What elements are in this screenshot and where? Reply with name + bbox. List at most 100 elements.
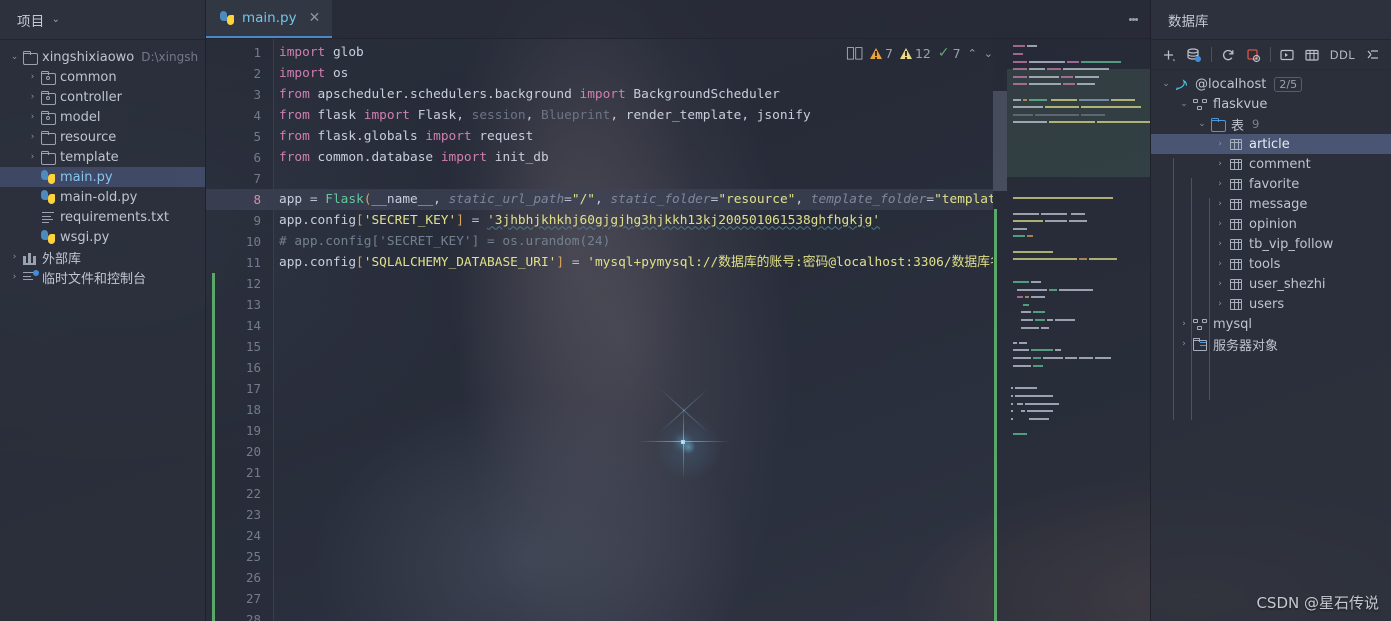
code-line[interactable]: [274, 441, 993, 462]
line-number[interactable]: 24: [206, 525, 273, 546]
chevron-down-icon[interactable]: ⌄: [8, 52, 21, 62]
jump-to-editor-icon[interactable]: [1360, 43, 1385, 67]
code-line[interactable]: from apscheduler.schedulers.background i…: [274, 84, 993, 105]
code-line[interactable]: [274, 420, 993, 441]
project-tree-item-临时文件和控制台[interactable]: › 临时文件和控制台: [0, 267, 205, 287]
db-tree-item-mysql[interactable]: › mysql: [1151, 314, 1391, 334]
chevron-right-icon[interactable]: ›: [1213, 299, 1227, 309]
open-console-icon[interactable]: [1275, 43, 1300, 67]
chevron-right-icon[interactable]: ›: [26, 152, 39, 162]
line-number[interactable]: 25: [206, 546, 273, 567]
project-panel-header[interactable]: 项目 ⌄: [0, 0, 205, 40]
line-number[interactable]: 15: [206, 336, 273, 357]
db-tree-item-comment[interactable]: › comment: [1151, 154, 1391, 174]
line-number[interactable]: 19: [206, 420, 273, 441]
refresh-icon[interactable]: [1216, 43, 1241, 67]
code-line[interactable]: [274, 609, 993, 621]
db-tree-item-服务器对象[interactable]: › 服务器对象: [1151, 334, 1391, 354]
chevron-down-icon[interactable]: ⌄: [1195, 119, 1209, 129]
chevron-down-icon[interactable]: ⌄: [1177, 99, 1191, 109]
db-tree-item-flaskvue[interactable]: ⌄ flaskvue: [1151, 94, 1391, 114]
code-line[interactable]: app = Flask(__name__, static_url_path="/…: [274, 189, 993, 211]
line-number[interactable]: 3: [206, 84, 273, 105]
ddl-button[interactable]: DDL: [1325, 48, 1360, 62]
chevron-down-icon[interactable]: ⌄: [1159, 79, 1173, 89]
chevron-right-icon[interactable]: ›: [8, 252, 21, 262]
line-number[interactable]: 8: [206, 189, 273, 211]
stop-icon[interactable]: [1241, 43, 1266, 67]
line-number[interactable]: 18: [206, 399, 273, 420]
project-tree-item-外部库[interactable]: › 外部库: [0, 247, 205, 267]
code-line[interactable]: [274, 546, 993, 567]
chevron-right-icon[interactable]: ›: [1213, 219, 1227, 229]
code-line[interactable]: from flask.globals import request: [274, 126, 993, 147]
code-line[interactable]: [274, 336, 993, 357]
chevron-right-icon[interactable]: ›: [26, 132, 39, 142]
code-line[interactable]: [274, 567, 993, 588]
line-number[interactable]: 4: [206, 105, 273, 126]
db-tree-item-message[interactable]: › message: [1151, 194, 1391, 214]
editor-gutter[interactable]: 1 2 3 4 5 6 7 8 9 10 11 12 13 14 15 16 17 18 19 20 21 22 23 24 2…: [206, 39, 274, 621]
code-line[interactable]: [274, 294, 993, 315]
more-options-icon[interactable]: [1116, 0, 1150, 38]
line-number[interactable]: 5: [206, 126, 273, 147]
code-line[interactable]: import os: [274, 63, 993, 84]
code-line[interactable]: [274, 483, 993, 504]
db-tree-item-article[interactable]: › article: [1151, 134, 1391, 154]
code-line[interactable]: from common.database import init_db: [274, 147, 993, 168]
chevron-right-icon[interactable]: ›: [26, 72, 39, 82]
line-number[interactable]: 17: [206, 378, 273, 399]
line-number[interactable]: 28: [206, 609, 273, 621]
project-tree-item-common[interactable]: › common: [0, 67, 205, 87]
project-tree-item-requirements-txt[interactable]: requirements.txt: [0, 207, 205, 227]
project-tree-item-wsgi-py[interactable]: wsgi.py: [0, 227, 205, 247]
project-tree-item-main-py[interactable]: main.py: [0, 167, 205, 187]
line-number[interactable]: 9: [206, 210, 273, 231]
chevron-right-icon[interactable]: ›: [1213, 279, 1227, 289]
line-number[interactable]: 10: [206, 231, 273, 252]
eye-off-icon[interactable]: 👁⃠: [846, 45, 863, 61]
code-line[interactable]: [274, 504, 993, 525]
line-number[interactable]: 2: [206, 63, 273, 84]
ok-group[interactable]: ✓ 7: [938, 45, 961, 61]
inspection-widget[interactable]: 👁⃠ 7 12 ✓ 7 ⌃ ⌄: [846, 45, 993, 61]
line-number[interactable]: 21: [206, 462, 273, 483]
warning-group[interactable]: 7: [870, 46, 893, 61]
line-number[interactable]: 27: [206, 588, 273, 609]
line-number[interactable]: 11: [206, 252, 273, 273]
code-line[interactable]: [274, 315, 993, 336]
db-tree-item-favorite[interactable]: › favorite: [1151, 174, 1391, 194]
chevron-right-icon[interactable]: ›: [1213, 159, 1227, 169]
code-line[interactable]: app.config['SQLALCHEMY_DATABASE_URI'] = …: [274, 252, 993, 273]
line-number[interactable]: 16: [206, 357, 273, 378]
line-number[interactable]: 6: [206, 147, 273, 168]
line-number[interactable]: 1: [206, 42, 273, 63]
db-tree-item-@localhost[interactable]: ⌄ @localhost 2/5: [1151, 74, 1391, 94]
chevron-right-icon[interactable]: ›: [1177, 339, 1191, 349]
line-number[interactable]: 22: [206, 483, 273, 504]
db-tree-item-表[interactable]: ⌄ 表 9: [1151, 114, 1391, 134]
code-line[interactable]: [274, 378, 993, 399]
db-tree-item-tools[interactable]: › tools: [1151, 254, 1391, 274]
chevron-right-icon[interactable]: ›: [1177, 319, 1191, 329]
minimap-scrollbar[interactable]: [993, 91, 1007, 192]
next-problem-icon[interactable]: ⌄: [984, 47, 993, 60]
tab-main-py[interactable]: main.py ✕: [206, 0, 333, 39]
project-tree-item-xingshixiaowo[interactable]: ⌄ xingshixiaowo D:\xingsh: [0, 47, 205, 67]
close-icon[interactable]: ✕: [309, 11, 321, 25]
chevron-right-icon[interactable]: ›: [1213, 239, 1227, 249]
table-editor-icon[interactable]: [1300, 43, 1325, 67]
chevron-down-icon[interactable]: ⌄: [52, 14, 60, 25]
code-minimap[interactable]: [993, 39, 1150, 621]
code-line[interactable]: [274, 462, 993, 483]
code-line[interactable]: [274, 525, 993, 546]
code-line[interactable]: [274, 357, 993, 378]
db-tree-item-user_shezhi[interactable]: › user_shezhi: [1151, 274, 1391, 294]
code-line[interactable]: app.config['SECRET_KEY'] = '3jhbhjkhkhj6…: [274, 210, 993, 231]
line-number[interactable]: 12: [206, 273, 273, 294]
chevron-right-icon[interactable]: ›: [26, 112, 39, 122]
chevron-right-icon[interactable]: ›: [1213, 199, 1227, 209]
code-content[interactable]: import glob import os from apscheduler.sch…: [274, 39, 993, 621]
project-tree-item-main-old-py[interactable]: main-old.py: [0, 187, 205, 207]
project-tree-item-resource[interactable]: › resource: [0, 127, 205, 147]
